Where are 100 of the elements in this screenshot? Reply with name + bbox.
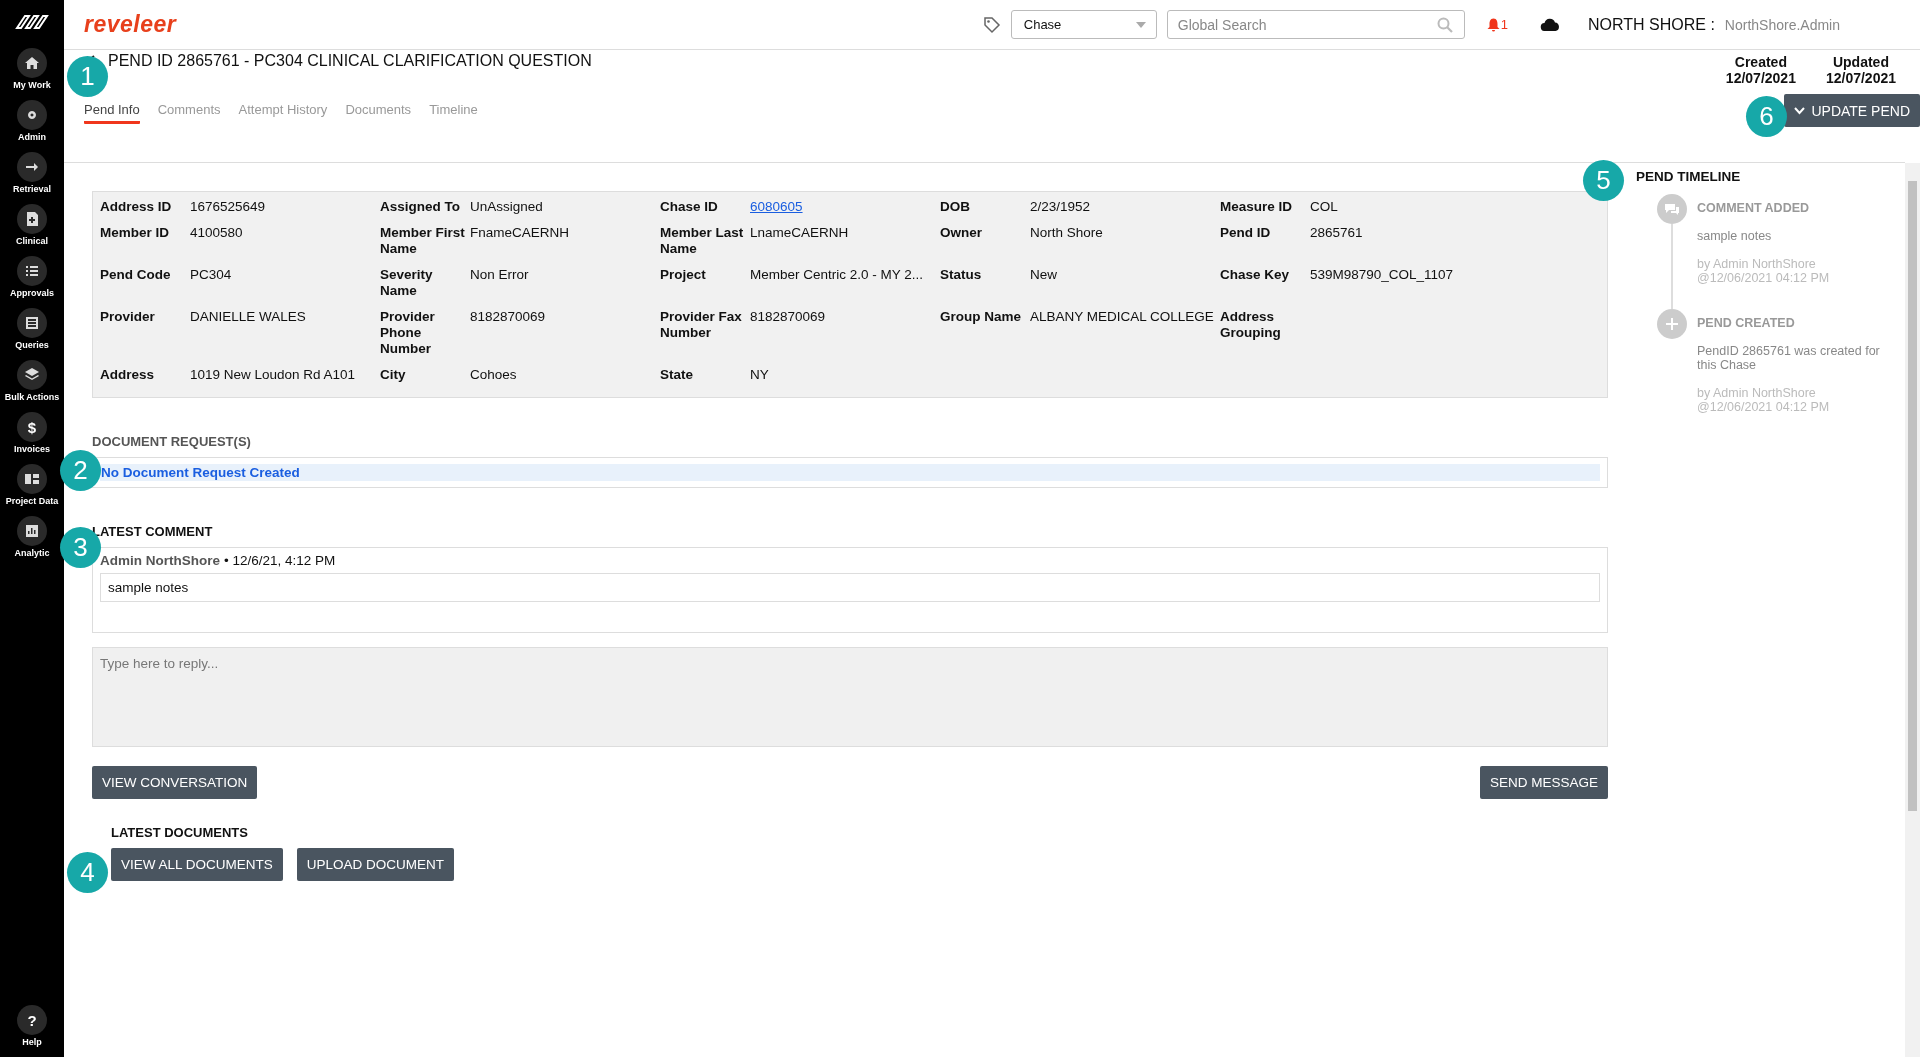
caret-icon <box>1135 21 1146 28</box>
date-value: 12/07/2021 <box>1725 70 1796 86</box>
callout-marker: 1 <box>67 56 108 97</box>
cloud-icon[interactable] <box>1540 18 1560 31</box>
field-value: NY <box>750 367 770 384</box>
field-value: Cohoes <box>470 367 518 384</box>
section-heading: LATEST DOCUMENTS <box>111 825 249 840</box>
event-text: PendID 2865761 was created for this Chase <box>1697 344 1881 372</box>
event-text: sample notes <box>1697 229 1773 243</box>
section-heading: DOCUMENT REQUEST(S) <box>92 434 252 449</box>
reply-field[interactable]: Type here to reply... <box>92 647 1608 747</box>
send-message-button[interactable]: SEND MESSAGE <box>1479 766 1608 799</box>
field-label: State <box>660 367 694 384</box>
field-value: COL <box>1310 199 1339 216</box>
sidebar-item[interactable]: Approvals <box>10 256 54 298</box>
dollar-icon: $ <box>27 419 37 435</box>
upload-document-button[interactable]: UPLOAD DOCUMENT <box>296 848 455 881</box>
user-name[interactable]: NorthShore.Admin <box>1724 16 1840 33</box>
chase-select[interactable]: Chase <box>1010 10 1157 39</box>
date-label: Updated <box>1832 54 1889 70</box>
notifications-button[interactable]: 1 <box>1486 17 1508 32</box>
event-time: @12/06/2021 04:12 PM <box>1697 400 1831 414</box>
event-author: by Admin NorthShore <box>1697 386 1817 400</box>
callout-marker: 2 <box>60 450 101 491</box>
callout-marker: 4 <box>67 852 108 893</box>
list-icon <box>24 315 40 331</box>
tab[interactable]: Pend Info <box>84 102 140 124</box>
comment-author: Admin NorthShore <box>100 553 220 568</box>
field-value: 1676525649 <box>190 199 267 216</box>
update-pend-button[interactable]: UPDATE PEND <box>1784 94 1920 127</box>
event-title: COMMENT ADDED <box>1697 201 1811 215</box>
view-conversation-button[interactable]: VIEW CONVERSATION <box>92 766 258 799</box>
field-value: ALBANY MEDICAL COLLEGE <box>1030 309 1215 326</box>
chat-icon <box>1664 202 1680 216</box>
field-value: UnAssigned <box>470 199 544 216</box>
field-label: Member ID <box>100 225 171 242</box>
document-icon <box>24 211 40 227</box>
home-icon <box>24 55 40 71</box>
field-label: Address <box>100 367 156 384</box>
field-label: Project <box>660 267 707 284</box>
field-value: 539M98790_COL_1107 <box>1310 267 1455 284</box>
view-all-documents-button[interactable]: VIEW ALL DOCUMENTS <box>111 848 283 881</box>
field-label: Pend Code <box>100 267 172 284</box>
date-value: 12/07/2021 <box>1825 70 1896 86</box>
field-value: 4100580 <box>190 225 244 242</box>
field-label: Owner <box>940 225 983 242</box>
field-value: 8182870069 <box>750 309 827 326</box>
bar-chart-icon <box>24 523 40 539</box>
field-label: Chase Key <box>1220 267 1291 284</box>
field-label: Provider <box>100 309 156 326</box>
document-request-message: No Document Request Created <box>100 464 1600 481</box>
chase-id-link[interactable]: 6080605 <box>750 199 803 214</box>
field-label: Provider Phone Number <box>380 309 436 358</box>
field-value: Non Error <box>470 267 530 284</box>
timeline-heading: PEND TIMELINE <box>1636 169 1742 184</box>
field-label: Address Grouping <box>1220 309 1282 342</box>
event-author: by Admin NorthShore <box>1697 257 1817 271</box>
field-label: Group Name <box>940 309 1022 326</box>
help-icon: ? <box>27 1012 37 1028</box>
checklist-icon <box>24 263 40 279</box>
organization-name: NORTH SHORE : <box>1588 15 1715 34</box>
scrollbar-thumb[interactable] <box>1908 181 1917 811</box>
field-label: Member Last Name <box>660 225 745 258</box>
field-value: DANIELLE WALES <box>190 309 307 326</box>
comment-time: • 12/6/21, 4:12 PM <box>224 553 336 568</box>
sidebar-item[interactable]: Project Data <box>5 464 59 506</box>
event-title: PEND CREATED <box>1697 316 1796 330</box>
plus-icon <box>1666 318 1678 330</box>
event-time: @12/06/2021 04:12 PM <box>1697 271 1831 285</box>
callout-marker: 6 <box>1746 96 1787 137</box>
bell-icon <box>1486 17 1500 32</box>
field-label: Assigned To <box>380 199 461 216</box>
field-label: City <box>380 367 407 384</box>
field-label: Pend ID <box>1220 225 1272 242</box>
callout-marker: 5 <box>1583 160 1624 201</box>
field-label: Provider Fax Number <box>660 309 743 342</box>
field-value: New <box>1030 267 1058 284</box>
field-label: Severity Name <box>380 267 434 300</box>
chevron-icon <box>1794 106 1806 115</box>
scrollbar[interactable] <box>1905 163 1920 1057</box>
sidebar-item[interactable]: Bulk Actions <box>4 360 60 402</box>
section-heading: LATEST COMMENT <box>92 524 214 539</box>
logo[interactable]: reveleer <box>84 11 177 38</box>
comment-text: sample notes <box>100 573 1600 602</box>
field-label: Chase ID <box>660 199 719 216</box>
field-label: Address ID <box>100 199 173 216</box>
date-label: Created <box>1734 54 1787 70</box>
field-value: FnameCAERNH <box>470 225 571 242</box>
field-label: Measure ID <box>1220 199 1294 216</box>
tag-icon[interactable] <box>982 15 1001 34</box>
field-value: Member Centric 2.0 - MY 2... <box>750 267 925 284</box>
layers-icon <box>24 367 40 383</box>
field-label: DOB <box>940 199 971 216</box>
logo-icon <box>15 14 49 30</box>
search-field[interactable]: Global Search <box>1166 10 1465 39</box>
field-value: 2/23/1952 <box>1030 199 1092 216</box>
search-icon <box>1436 17 1453 33</box>
page-title: PEND ID 2865761 - PC304 CLINICAL CLARIFICATION QUESTION <box>108 52 592 70</box>
field-value: 8182870069 <box>470 309 547 326</box>
field-value: LnameCAERNH <box>750 225 850 242</box>
